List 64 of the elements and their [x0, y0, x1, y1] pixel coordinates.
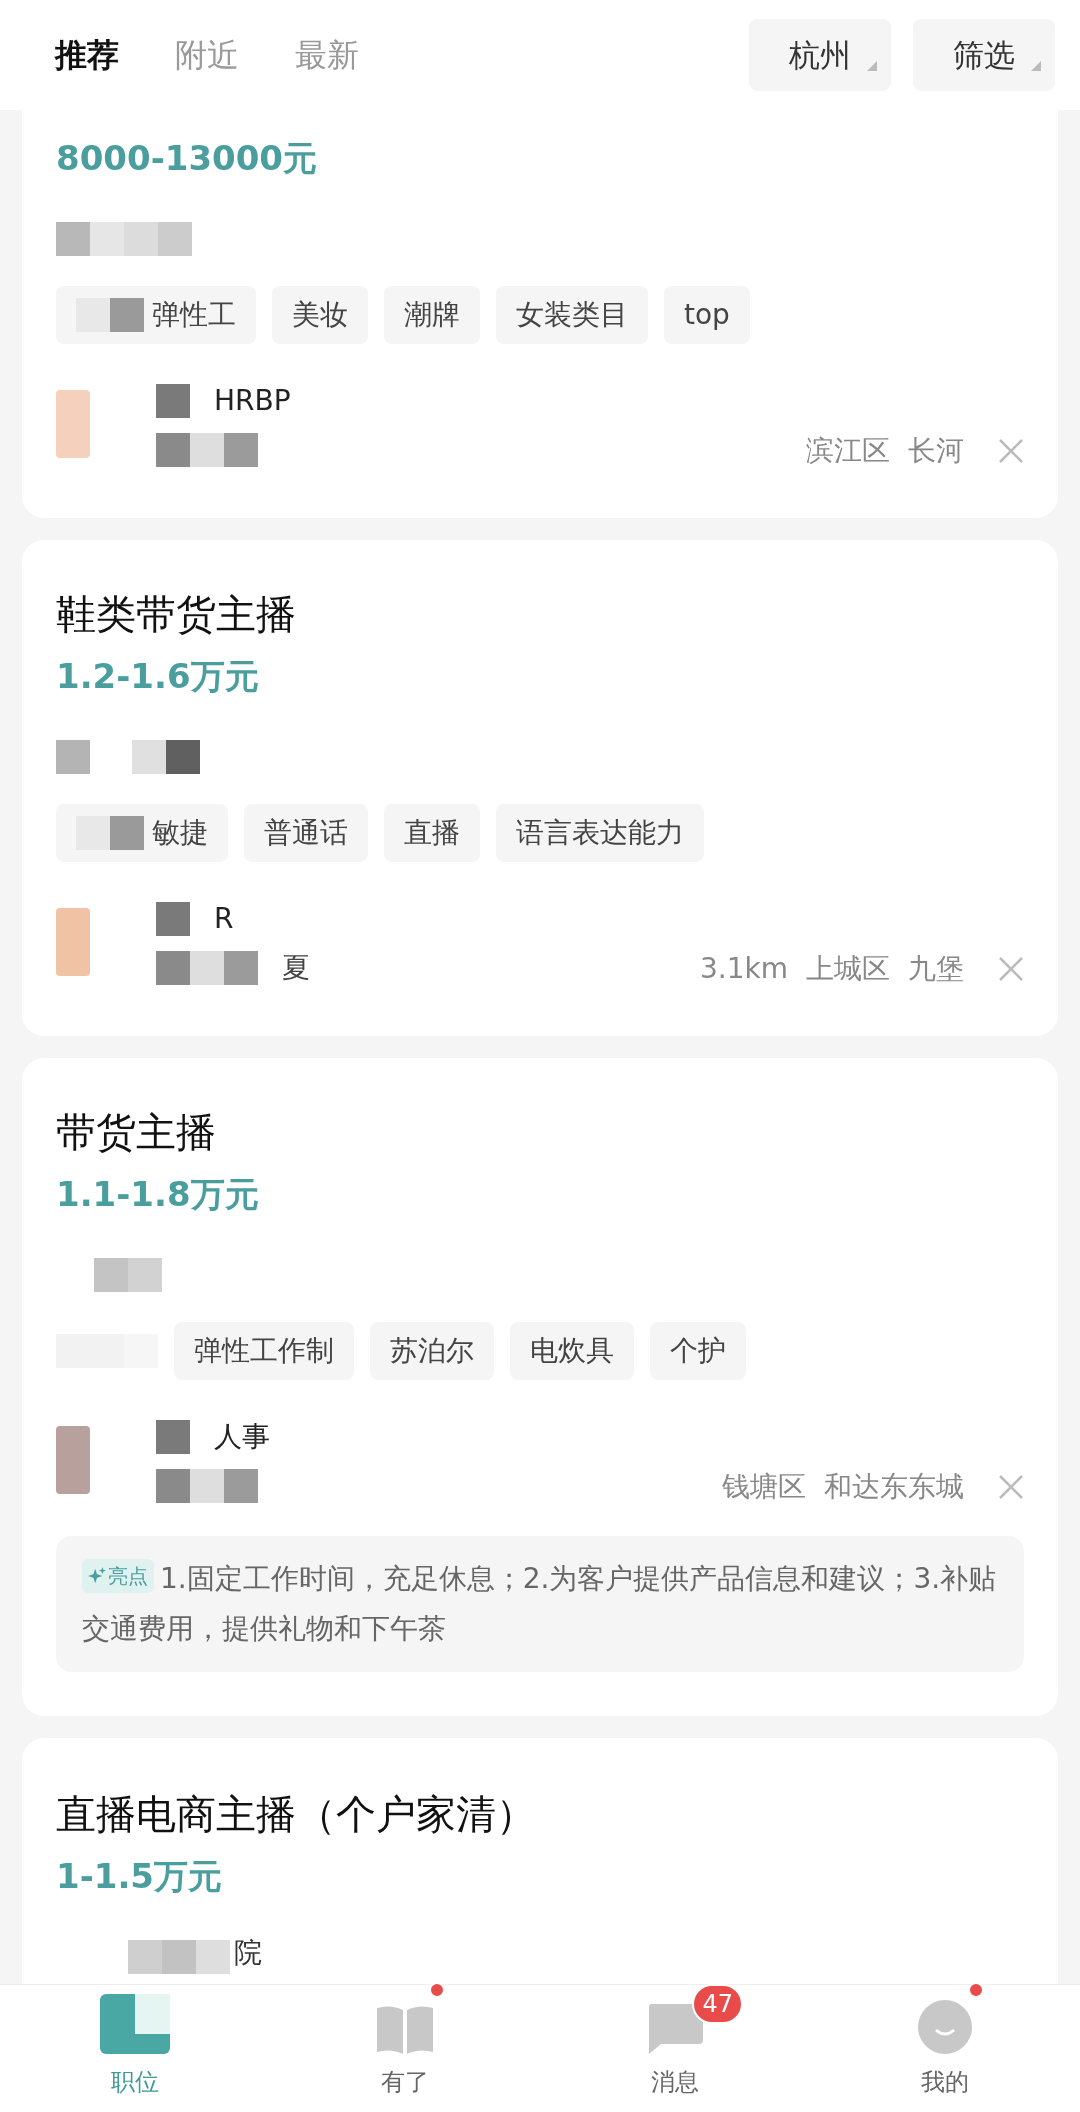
salary: 1.1-1.8万元 — [56, 1173, 260, 1216]
tag-label: 女装类目 — [516, 297, 628, 333]
redaction-mosaic — [132, 740, 200, 774]
location-text: 上城区 — [806, 951, 890, 987]
company-name: 院 — [234, 1935, 262, 1971]
location-text: 长河 — [908, 433, 964, 469]
tag-label: 电炊具 — [530, 1333, 614, 1369]
salary: 1.2-1.6万元 — [56, 655, 260, 698]
redaction-mosaic — [76, 816, 144, 850]
tag-label: 普通话 — [264, 815, 348, 851]
company-name: 夏 — [282, 950, 310, 986]
sparkle-icon — [88, 1567, 106, 1585]
avatar — [56, 390, 90, 458]
job-card[interactable]: 带货主播 1.1-1.8万元 弹性工作制 苏泊尔 电炊具 个护 人事 钱塘区 和达东东城 亮点 1.固定工作时间，充足休息；2.为客户提供产品信息和建议；3.补贴交通费用，提供礼物和下午茶 — [22, 1058, 1058, 1716]
job-title: 鞋类带货主播 — [56, 590, 297, 639]
location-text: 九堡 — [908, 951, 964, 987]
highlight-text: 亮点 1.固定工作时间，充足休息；2.为客户提供产品信息和建议；3.补贴交通费用，提供礼物和下午茶 — [82, 1554, 998, 1654]
recruiter-name: 人事 — [214, 1419, 270, 1455]
redaction-mosaic — [76, 298, 144, 332]
location-text: 钱塘区 — [722, 1469, 806, 1505]
redaction-mosaic — [94, 1258, 162, 1292]
recruiter-name: HRBP — [214, 383, 291, 419]
redaction-mosaic — [56, 740, 90, 774]
city-dropdown[interactable]: 杭州 — [749, 19, 891, 91]
close-icon[interactable] — [998, 1474, 1024, 1500]
recruiter-name: R — [214, 901, 234, 937]
job-title: 直播电商主播（个户家清） — [56, 1790, 537, 1839]
salary: 1-1.5万元 — [56, 1855, 223, 1898]
tag-label: 敏捷 — [152, 815, 208, 851]
highlight-badge: 亮点 — [82, 1559, 154, 1593]
tag-label: 语言表达能力 — [516, 815, 684, 851]
close-icon[interactable] — [998, 438, 1024, 464]
filter-dropdown[interactable]: 筛选 — [913, 19, 1055, 91]
location-text: 和达东东城 — [824, 1469, 964, 1505]
tag-label: 弹性工作制 — [194, 1333, 334, 1369]
job-title: 带货主播 — [56, 1108, 217, 1157]
tag-label: 苏泊尔 — [390, 1333, 474, 1369]
book-icon — [377, 2004, 433, 2054]
redaction-mosaic — [156, 902, 190, 936]
tag-label: top — [684, 297, 730, 333]
avatar — [56, 1426, 90, 1494]
nav-tab[interactable]: 47 消息 — [540, 1985, 810, 2112]
redaction-mosaic — [156, 384, 190, 418]
job-card[interactable]: 直播电商主播（个户家清） 1-1.5万元 院 — [22, 1738, 1058, 1984]
close-icon[interactable] — [998, 956, 1024, 982]
feed-tab[interactable]: 推荐 — [55, 31, 119, 79]
tag-label: 潮牌 — [404, 297, 460, 333]
chat-icon — [647, 2004, 703, 2054]
nav-tab[interactable]: 我的 — [810, 1985, 1080, 2112]
tag-label: 直播 — [404, 815, 460, 851]
job-card[interactable]: 鞋类带货主播 1.2-1.6万元 敏捷 普通话 直播 语言表达能力 R 夏 3.1km 上城区 九堡 — [22, 540, 1058, 1036]
tag-label: 美妆 — [292, 297, 348, 333]
smiley-icon — [918, 2000, 972, 2054]
corner-arrow-icon — [867, 61, 877, 71]
unread-badge: 47 — [692, 1984, 743, 2024]
salary: 8000-13000元 — [56, 137, 319, 180]
nav-tab[interactable]: 有了 — [270, 1985, 540, 2112]
avatar — [56, 908, 90, 976]
redaction-mosaic — [156, 1420, 190, 1454]
location-text: 3.1km — [699, 951, 788, 987]
tag-label: 弹性工 — [152, 297, 236, 333]
location-text: 滨江区 — [806, 433, 890, 469]
tag-label: 个护 — [670, 1333, 726, 1369]
corner-arrow-icon — [1031, 61, 1041, 71]
